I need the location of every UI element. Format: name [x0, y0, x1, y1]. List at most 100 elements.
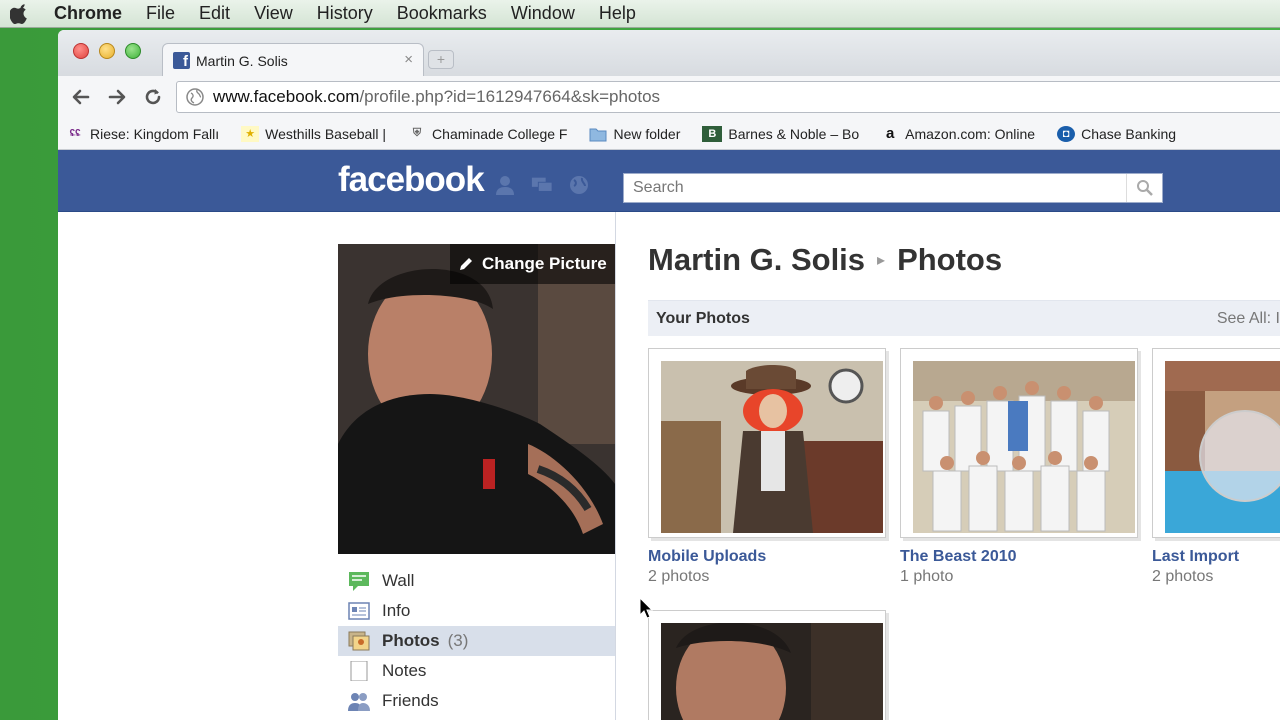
browser-toolbar: www.facebook.com/profile.php?id=16129476…	[58, 76, 1280, 118]
search-button[interactable]	[1126, 174, 1162, 202]
nav-label: Wall	[382, 571, 415, 590]
nav-label: Photos	[382, 631, 440, 650]
menu-history[interactable]: History	[317, 3, 373, 24]
nav-item-photos[interactable]: Photos (3)	[338, 626, 615, 656]
tab-title: Martin G. Solis	[196, 52, 288, 69]
bookmark-label: Westhills Baseball |	[265, 125, 387, 142]
album-photo-count: 1 photo	[900, 568, 954, 585]
bookmark-westhills[interactable]: ★ Westhills Baseball |	[241, 125, 387, 142]
star-icon: ★	[241, 125, 260, 142]
mac-menu-bar: Chrome File Edit View History Bookmarks …	[0, 0, 1280, 28]
reload-icon[interactable]	[142, 86, 164, 108]
bookmark-chase[interactable]: ◘ Chase Banking	[1057, 125, 1176, 142]
album-title[interactable]: Mobile Uploads	[648, 548, 886, 566]
album-photo-count: 2 photos	[1152, 568, 1214, 585]
url-path: /profile.php?id=1612947664&sk=photos	[359, 87, 661, 106]
tab-close-icon[interactable]: ×	[404, 51, 413, 68]
chase-icon: ◘	[1057, 125, 1076, 142]
nav-item-info[interactable]: Info	[338, 596, 615, 626]
new-tab-button[interactable]: +	[428, 50, 454, 69]
change-picture-label: Change Picture	[482, 254, 607, 273]
search-placeholder: Search	[633, 179, 684, 196]
facebook-favicon-icon: f	[173, 52, 190, 69]
url-host: www.facebook.com	[213, 87, 360, 106]
apple-icon[interactable]	[10, 3, 30, 24]
profile-name-link[interactable]: Martin G. Solis	[648, 242, 865, 278]
menu-edit[interactable]: Edit	[199, 3, 230, 24]
back-arrow-icon[interactable]	[70, 86, 92, 108]
bookmark-chaminade[interactable]: ⛨ Chaminade College F	[408, 125, 568, 142]
bookmark-amazon[interactable]: a Amazon.com: Online	[881, 125, 1036, 142]
page-title: Martin G. Solis ▸ Photos	[648, 242, 1002, 278]
breadcrumb-separator: ▸	[877, 252, 886, 269]
mouse-cursor-icon	[639, 597, 653, 619]
nav-item-notes[interactable]: Notes	[338, 656, 615, 686]
notes-icon	[350, 661, 368, 681]
nav-item-friends[interactable]: Friends	[338, 686, 615, 716]
menu-bookmarks[interactable]: Bookmarks	[397, 3, 487, 24]
friend-requests-icon[interactable]	[494, 175, 516, 195]
shield-icon: ⛨	[412, 127, 422, 139]
address-bar[interactable]: www.facebook.com/profile.php?id=16129476…	[176, 81, 1280, 113]
menu-file[interactable]: File	[146, 3, 175, 24]
album-title[interactable]: Last Import	[1152, 548, 1280, 566]
album-title[interactable]: The Beast 2010	[900, 548, 1138, 566]
search-icon	[1136, 180, 1153, 196]
tab-strip: f Martin G. Solis × +	[58, 30, 1280, 77]
nav-item-wall[interactable]: Wall	[338, 566, 615, 596]
minimize-window-button[interactable]	[99, 43, 115, 59]
album-cover-image	[661, 623, 883, 720]
photos-count: (3)	[447, 631, 469, 650]
menu-app-chrome[interactable]: Chrome	[54, 3, 122, 24]
folder-icon	[589, 128, 607, 141]
bookmark-new-folder[interactable]: New folder	[589, 126, 680, 142]
bookmark-label: New folder	[613, 125, 681, 142]
your-photos-label: Your Photos	[656, 309, 750, 327]
wall-icon	[349, 572, 369, 591]
album-last-import[interactable]: Last Import 2 photos	[1152, 348, 1280, 586]
globe-icon	[186, 88, 204, 106]
forward-arrow-icon[interactable]	[106, 86, 128, 108]
messages-icon[interactable]	[531, 175, 553, 195]
profile-pictures-album[interactable]	[648, 610, 886, 720]
album-mobile-uploads[interactable]: Mobile Uploads 2 photos	[648, 348, 886, 586]
bookmarks-bar: ʢʢ Riese: Kingdom Fallı ★ Westhills Base…	[58, 118, 1280, 150]
section-title-photos: Photos	[897, 242, 1003, 277]
album-cover-image	[1165, 361, 1280, 533]
notifications-globe-icon[interactable]	[568, 175, 590, 195]
see-all-link[interactable]: See All: I	[1217, 301, 1280, 337]
info-icon	[348, 602, 370, 620]
nav-label: Info	[382, 601, 411, 620]
album-cover-image	[913, 361, 1135, 533]
change-picture-button[interactable]: Change Picture	[450, 244, 615, 284]
pencil-icon	[460, 258, 472, 270]
friends-icon	[348, 693, 370, 711]
profile-nav: Wall Info Photos (3) Notes Friends	[338, 566, 615, 716]
tab-facebook-profile[interactable]: f Martin G. Solis ×	[162, 43, 424, 77]
zoom-window-button[interactable]	[125, 43, 141, 59]
close-window-button[interactable]	[73, 43, 89, 59]
profile-photo-image	[338, 244, 615, 554]
bn-icon: B	[702, 125, 723, 142]
bookmark-riese[interactable]: ʢʢ Riese: Kingdom Fallı	[66, 126, 219, 142]
menu-window[interactable]: Window	[511, 3, 575, 24]
menu-help[interactable]: Help	[599, 3, 636, 24]
album-photo-count: 2 photos	[648, 568, 710, 585]
menu-view[interactable]: View	[254, 3, 293, 24]
nav-label: Friends	[382, 691, 439, 710]
bookmark-label: Amazon.com: Online	[905, 125, 1036, 142]
nav-label: Notes	[382, 661, 427, 680]
facebook-search-input[interactable]: Search	[623, 173, 1163, 203]
bookmark-label: Barnes & Noble – Bo	[728, 125, 860, 142]
browser-window: f Martin G. Solis × + www.facebook.com/p…	[58, 30, 1280, 720]
riese-icon: ʢʢ	[69, 128, 81, 139]
album-cover-image	[661, 361, 883, 533]
bookmark-barnes-noble[interactable]: B Barnes & Noble – Bo	[702, 125, 860, 142]
profile-picture[interactable]	[338, 244, 615, 554]
bookmark-label: Chaminade College F	[432, 125, 568, 142]
facebook-header: facebook Search	[58, 150, 1280, 212]
album-the-beast-2010[interactable]: The Beast 2010 1 photo	[900, 348, 1138, 586]
facebook-logo[interactable]: facebook	[338, 160, 485, 200]
bookmark-label: Riese: Kingdom Fallı	[90, 125, 220, 142]
your-photos-header: Your Photos See All: I	[648, 300, 1280, 336]
